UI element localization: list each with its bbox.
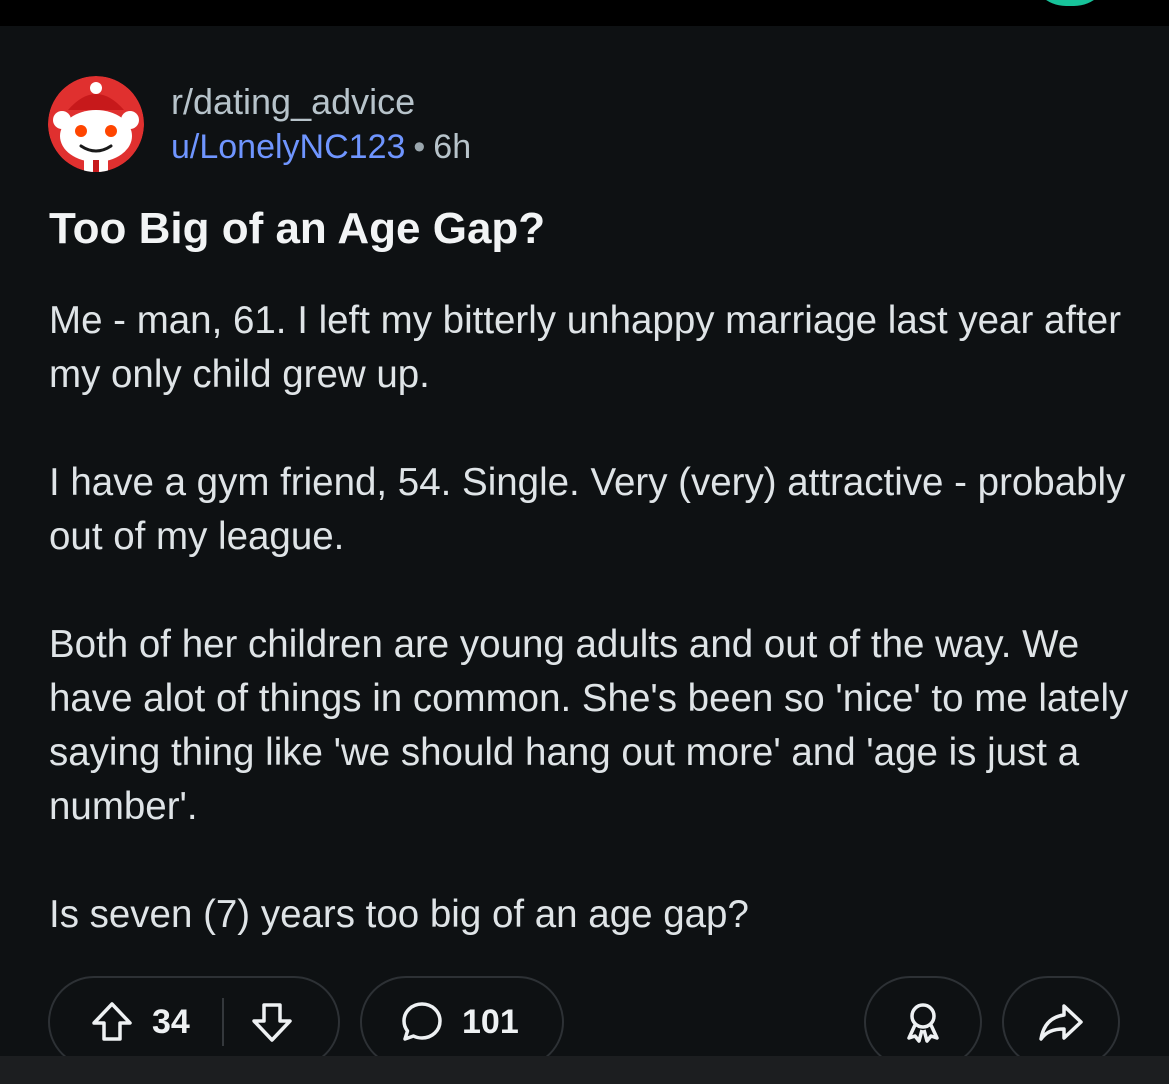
subreddit-avatar[interactable] — [48, 76, 144, 172]
comment-icon-wrap — [396, 999, 448, 1045]
body-paragraph: Is seven (7) years too big of an age gap… — [49, 893, 749, 936]
upvote-button[interactable] — [78, 999, 146, 1045]
body-paragraph: Both of her children are young adults an… — [49, 623, 1129, 828]
vote-score: 34 — [152, 1003, 190, 1041]
author-username[interactable]: u/LonelyNC123 — [171, 128, 405, 166]
reddit-snoo-icon — [48, 76, 144, 172]
vote-control: 34 — [48, 976, 340, 1068]
share-arrow-icon — [1039, 1004, 1083, 1041]
award-icon — [907, 1003, 939, 1043]
award-button[interactable] — [864, 976, 982, 1068]
post-age: 6h — [433, 128, 472, 166]
post-card[interactable]: r/dating_advice u/LonelyNC123 • 6h Too Big… — [0, 26, 1169, 1068]
speech-bubble-icon — [402, 1002, 442, 1041]
subreddit-name[interactable]: r/dating_advice — [171, 82, 415, 122]
arrow-up-icon — [92, 1002, 132, 1041]
status-bar — [0, 0, 1169, 26]
comment-count: 101 — [462, 1003, 519, 1041]
vote-divider — [221, 998, 224, 1046]
downvote-button[interactable] — [244, 999, 300, 1045]
bottom-bar — [0, 1056, 1169, 1084]
post-title[interactable]: Too Big of an Age Gap? — [49, 202, 545, 256]
meta-separator: • — [413, 128, 426, 166]
comments-button[interactable]: 101 — [360, 976, 564, 1068]
body-paragraph: Me - man, 61. I left my bitterly unhappy… — [49, 299, 1122, 396]
post-body: Me - man, 61. I left my bitterly unhappy… — [49, 294, 1139, 942]
body-paragraph: I have a gym friend, 54. Single. Very (v… — [49, 461, 1126, 558]
share-button[interactable] — [1002, 976, 1120, 1068]
arrow-down-icon — [252, 1003, 292, 1042]
app-indicator — [1030, 0, 1110, 6]
post-meta: u/LonelyNC123 • 6h — [171, 127, 471, 167]
